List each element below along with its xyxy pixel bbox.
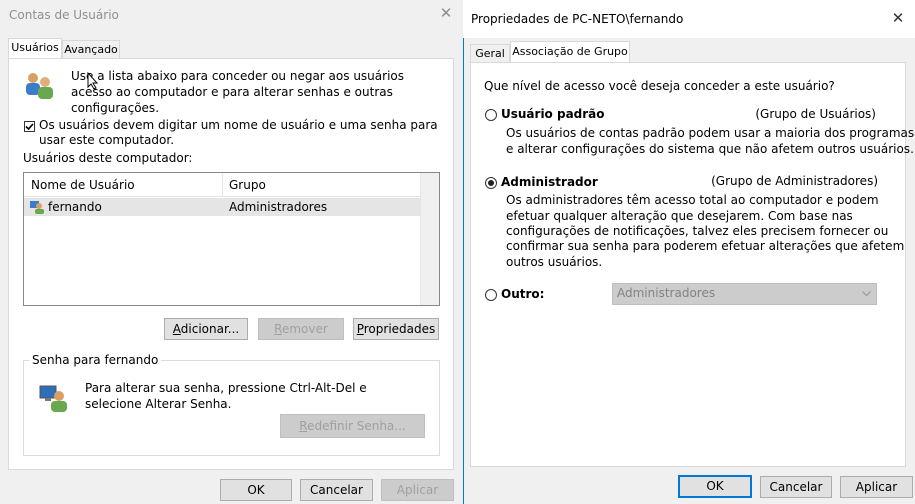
right-ok-button[interactable]: OK [678, 475, 752, 498]
left-apply-button[interactable]: Aplicar [381, 479, 454, 501]
left-ok-button[interactable]: OK [220, 479, 292, 501]
administrator-label: Administrador [501, 175, 598, 189]
right-close-icon[interactable]: ✕ [890, 10, 906, 26]
row-username: fernando [48, 200, 102, 214]
admin-desc-line5: outros usuários. [506, 255, 603, 269]
require-password-label: Os usuários devem digitar um nome de usu… [39, 118, 438, 147]
row-group: Administradores [229, 200, 328, 214]
right-window-title: Propriedades de PC-NETO\fernando [471, 12, 684, 26]
mouse-cursor-icon [87, 72, 99, 90]
left-close-icon[interactable]: ✕ [438, 5, 454, 21]
other-radio[interactable] [485, 289, 497, 301]
standard-user-group: (Grupo de Usuários) [755, 107, 876, 121]
column-header-username[interactable]: Nome de Usuário [31, 178, 135, 192]
administrator-radio[interactable] [485, 177, 497, 189]
standard-user-radio[interactable] [485, 109, 497, 121]
other-group-value: Administradores [617, 286, 716, 300]
users-icon [26, 73, 53, 99]
standard-desc-line2: e alterar configurações do sistema que n… [506, 142, 914, 156]
column-header-group[interactable]: Grupo [229, 178, 266, 192]
standard-user-label: Usuário padrão [501, 107, 605, 121]
administrator-group: (Grupo de Administradores) [711, 174, 878, 188]
intro-text: Use a lista abaixo para conceder ou nega… [71, 69, 404, 115]
admin-desc-line1: Os administradores têm acesso total ao c… [506, 193, 879, 207]
left-cancel-button[interactable]: Cancelar [300, 479, 373, 501]
other-label: Outro: [501, 287, 545, 301]
password-group-title: Senha para fernando [29, 353, 162, 367]
right-apply-button[interactable]: Aplicar [840, 476, 913, 498]
tab-group-membership[interactable]: Associação de Grupo [510, 41, 630, 64]
column-divider [222, 174, 223, 196]
checkmark-icon [25, 123, 34, 131]
require-password-checkbox[interactable] [24, 121, 35, 132]
access-question: Que nível de acesso você deseja conceder… [484, 79, 835, 93]
remove-user-button[interactable]: Remover [258, 318, 344, 340]
tab-usuarios[interactable]: Usuários [8, 38, 62, 60]
user-row-icon [30, 201, 44, 214]
listview-scrollbar[interactable] [420, 173, 439, 305]
password-help-text: Para alterar sua senha, pressione Ctrl-A… [85, 381, 367, 411]
chevron-down-icon [862, 291, 871, 297]
reset-password-button[interactable]: Redefinir Senha... [280, 414, 425, 438]
tab-geral[interactable]: Geral [470, 44, 510, 63]
left-window-title: Contas de Usuário [9, 8, 119, 22]
properties-button[interactable]: Propriedades [353, 318, 439, 340]
admin-desc-line4: confirmar sua senha para poderem efetuar… [506, 239, 905, 253]
right-cancel-button[interactable]: Cancelar [760, 476, 832, 498]
users-list-label: Usuários deste computador: [23, 151, 193, 165]
user-monitor-icon [39, 385, 67, 412]
add-user-button[interactable]: Adicionar... [164, 318, 248, 340]
standard-desc-line1: Os usuários de contas padrão podem usar … [506, 126, 915, 140]
admin-desc-line2: efetuar qualquer alteração que desejarem… [506, 209, 853, 223]
admin-desc-line3: configurações de notificações, talvez el… [506, 224, 889, 238]
tab-avancado[interactable]: Avançado [62, 40, 120, 59]
